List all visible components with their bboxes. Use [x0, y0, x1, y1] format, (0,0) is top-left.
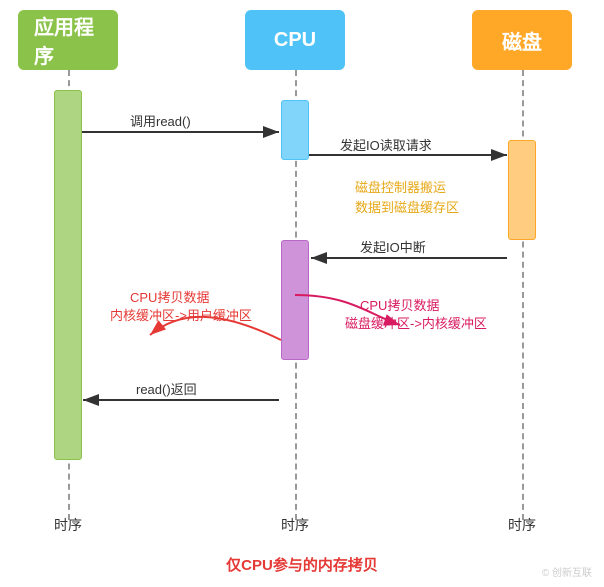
app-label: 应用程序 [34, 11, 102, 69]
bar-cpu-top [281, 100, 309, 160]
label-cpu-copy-disk-2: 磁盘缓冲区->内核缓冲区 [345, 316, 487, 331]
bar-disk [508, 140, 536, 240]
time-label-app: 时序 [54, 515, 82, 535]
footer-main-text: 仅CPU参与的内存拷贝 [0, 554, 604, 575]
disk-label: 磁盘 [502, 26, 542, 55]
label-disk-copy-2: 数据到磁盘缓存区 [355, 200, 459, 215]
label-disk-copy-1: 磁盘控制器搬运 [355, 180, 446, 195]
cpu-header: CPU [245, 10, 345, 70]
watermark: © 创新互联 [542, 564, 592, 579]
label-read-return: read()返回 [136, 382, 197, 397]
cpu-label: CPU [274, 29, 316, 52]
time-label-cpu: 时序 [281, 515, 309, 535]
arrow-cpu-copy-disk [295, 295, 400, 325]
disk-header: 磁盘 [472, 10, 572, 70]
diagram: 应用程序 CPU 磁盘 [0, 0, 604, 587]
label-cpu-copy-disk-1: CPU拷贝数据 [360, 298, 439, 313]
bar-cpu-bottom [281, 240, 309, 360]
label-io-interrupt: 发起IO中断 [360, 240, 426, 255]
timeline-disk [522, 70, 524, 520]
label-cpu-copy-user-1: CPU拷贝数据 [130, 290, 209, 305]
bar-app [54, 90, 82, 460]
time-label-disk: 时序 [508, 515, 536, 535]
label-io-read: 发起IO读取请求 [340, 138, 432, 153]
arrow-cpu-copy-user [150, 317, 281, 340]
app-header: 应用程序 [18, 10, 118, 70]
label-call-read: 调用read() [130, 114, 191, 129]
label-cpu-copy-user-2: 内核缓冲区->用户缓冲区 [110, 308, 252, 323]
